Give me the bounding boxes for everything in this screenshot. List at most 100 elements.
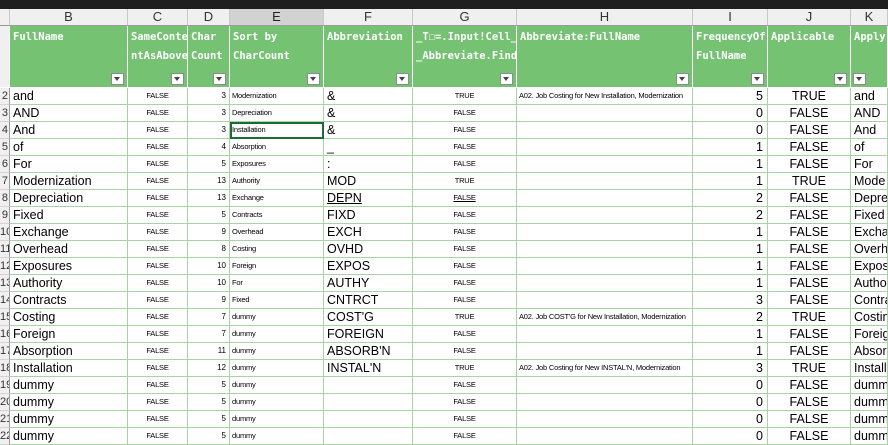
cell-i[interactable]: 1 — [693, 343, 768, 360]
cell-k[interactable]: Excha — [851, 224, 888, 241]
row-number[interactable]: 21 — [0, 411, 10, 428]
cell-g[interactable]: TRUE — [413, 173, 517, 190]
cell-h[interactable] — [517, 377, 693, 394]
row-number[interactable]: 22 — [0, 428, 10, 445]
cell-e[interactable]: dummy — [230, 394, 324, 411]
cell-f[interactable]: & — [324, 122, 413, 139]
row-number[interactable]: 16 — [0, 326, 10, 343]
column-letter-j[interactable]: J — [768, 9, 851, 25]
cell-g[interactable]: FALSE — [413, 326, 517, 343]
cell-k[interactable]: AND — [851, 105, 888, 122]
cell-c[interactable]: FALSE — [128, 224, 188, 241]
cell-k[interactable]: of — [851, 139, 888, 156]
cell-g[interactable]: TRUE — [413, 309, 517, 326]
cell-j[interactable]: FALSE — [768, 377, 851, 394]
cell-h[interactable] — [517, 275, 693, 292]
row-number[interactable]: 20 — [0, 394, 10, 411]
cell-h[interactable]: A02. Job Costing for New INSTAL'N, Moder… — [517, 360, 693, 377]
cell-b[interactable]: Installation — [10, 360, 128, 377]
cell-j[interactable]: FALSE — [768, 105, 851, 122]
row-number[interactable]: 8 — [0, 190, 10, 207]
cell-c[interactable]: FALSE — [128, 122, 188, 139]
cell-b[interactable]: AND — [10, 105, 128, 122]
cell-b[interactable]: dummy — [10, 377, 128, 394]
cell-j[interactable]: FALSE — [768, 139, 851, 156]
cell-e[interactable]: Modernization — [230, 88, 324, 105]
row-number[interactable]: 7 — [0, 173, 10, 190]
cell-i[interactable]: 1 — [693, 241, 768, 258]
cell-b[interactable]: For — [10, 156, 128, 173]
header-cell-d[interactable]: Char Count — [188, 26, 230, 87]
cell-d[interactable]: 7 — [188, 309, 230, 326]
row-number[interactable]: 11 — [0, 241, 10, 258]
cell-g[interactable]: FALSE — [413, 343, 517, 360]
cell-i[interactable]: 0 — [693, 122, 768, 139]
cell-c[interactable]: FALSE — [128, 156, 188, 173]
cell-d[interactable]: 13 — [188, 190, 230, 207]
cell-c[interactable]: FALSE — [128, 190, 188, 207]
cell-f[interactable] — [324, 377, 413, 394]
row-number[interactable]: 2 — [0, 88, 10, 105]
cell-g[interactable]: FALSE — [413, 156, 517, 173]
cell-j[interactable]: FALSE — [768, 207, 851, 224]
cell-d[interactable]: 3 — [188, 88, 230, 105]
cell-c[interactable]: FALSE — [128, 343, 188, 360]
row-number[interactable]: 10 — [0, 224, 10, 241]
cell-f[interactable] — [324, 411, 413, 428]
row-number-1[interactable] — [0, 26, 10, 87]
cell-f[interactable]: MOD — [324, 173, 413, 190]
cell-c[interactable]: FALSE — [128, 173, 188, 190]
column-letter-c[interactable]: C — [128, 9, 188, 25]
column-letter-i[interactable]: I — [693, 9, 768, 25]
cell-b[interactable]: Absorption — [10, 343, 128, 360]
cell-b[interactable]: dummy — [10, 411, 128, 428]
cell-g[interactable]: TRUE — [413, 360, 517, 377]
row-number[interactable]: 17 — [0, 343, 10, 360]
column-letter-f[interactable]: F — [324, 9, 413, 25]
cell-j[interactable]: FALSE — [768, 156, 851, 173]
cell-g[interactable]: FALSE — [413, 377, 517, 394]
cell-c[interactable]: FALSE — [128, 275, 188, 292]
cell-h[interactable] — [517, 105, 693, 122]
cell-f[interactable]: FOREIGN — [324, 326, 413, 343]
cell-i[interactable]: 0 — [693, 428, 768, 445]
cell-g[interactable]: TRUE — [413, 88, 517, 105]
cell-e[interactable]: dummy — [230, 428, 324, 445]
cell-h[interactable]: A02. Job Costing for New Installation, M… — [517, 88, 693, 105]
cell-j[interactable]: FALSE — [768, 258, 851, 275]
cell-h[interactable] — [517, 224, 693, 241]
filter-dropdown-button[interactable] — [307, 73, 320, 85]
cell-f[interactable]: EXCH — [324, 224, 413, 241]
cell-k[interactable]: dumm — [851, 394, 888, 411]
cell-h[interactable]: A02. Job COST'G for New Installation, Mo… — [517, 309, 693, 326]
cell-i[interactable]: 2 — [693, 190, 768, 207]
cell-k[interactable]: dumm — [851, 428, 888, 445]
cell-f[interactable]: INSTAL'N — [324, 360, 413, 377]
cell-k[interactable]: Overh — [851, 241, 888, 258]
cell-d[interactable]: 8 — [188, 241, 230, 258]
cell-h[interactable] — [517, 241, 693, 258]
cell-f[interactable]: & — [324, 105, 413, 122]
cell-f[interactable] — [324, 394, 413, 411]
cell-f[interactable]: DEPN — [324, 190, 413, 207]
cell-d[interactable]: 5 — [188, 394, 230, 411]
cell-b[interactable]: And — [10, 122, 128, 139]
cell-c[interactable]: FALSE — [128, 139, 188, 156]
filter-dropdown-button[interactable] — [676, 73, 689, 85]
cell-g[interactable]: FALSE — [413, 224, 517, 241]
cell-f[interactable]: ABSORB'N — [324, 343, 413, 360]
cell-j[interactable]: FALSE — [768, 122, 851, 139]
cell-i[interactable]: 2 — [693, 207, 768, 224]
cell-f[interactable]: CNTRCT — [324, 292, 413, 309]
cell-g[interactable]: FALSE — [413, 190, 517, 207]
cell-e[interactable]: dummy — [230, 360, 324, 377]
cell-b[interactable]: dummy — [10, 428, 128, 445]
cell-g[interactable]: FALSE — [413, 275, 517, 292]
cell-i[interactable]: 1 — [693, 258, 768, 275]
cell-k[interactable]: Costin — [851, 309, 888, 326]
cell-b[interactable]: and — [10, 88, 128, 105]
row-number[interactable]: 5 — [0, 139, 10, 156]
cell-e[interactable]: dummy — [230, 326, 324, 343]
cell-i[interactable]: 0 — [693, 394, 768, 411]
cell-i[interactable]: 0 — [693, 411, 768, 428]
